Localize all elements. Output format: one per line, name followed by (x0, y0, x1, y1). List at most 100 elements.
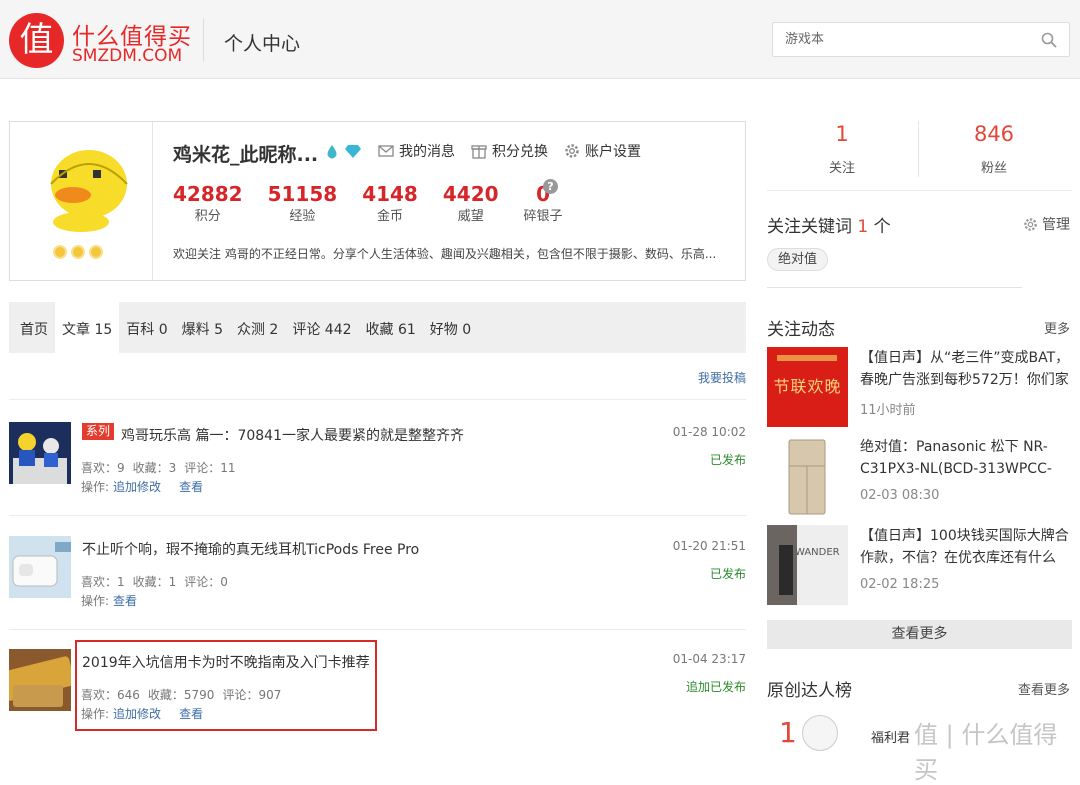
rank-number: 1 (779, 716, 797, 749)
article-status: 已发布 (709, 453, 746, 467)
stat-prestige: 4420 威望 (442, 182, 499, 224)
article-ops: 操作: 查看 (81, 594, 138, 608)
profile-card: 鸡米花_此昵称... 我的消息 积分兑换 账户设置 42882 积分 51158 经… (9, 121, 746, 281)
avatar-panel (10, 122, 153, 280)
top-header: 值 什么值得买 SMZDM.COM 个人中心 (0, 0, 1080, 79)
help-icon[interactable]: ? (543, 179, 558, 194)
search-icon[interactable] (1041, 32, 1057, 48)
search-box (772, 22, 1070, 57)
feed-item[interactable]: 绝对值：Panasonic 松下 NR-C31PX3-NL(BCD-313WPC… (767, 436, 1072, 518)
tab-articles[interactable]: 文章 15 (55, 302, 120, 353)
article-meta: 喜欢：9 收藏：3 评论：11 (81, 461, 236, 475)
feed-time: 02-02 18:25 (860, 577, 940, 592)
logo-icon[interactable]: 值 (9, 13, 64, 68)
divider (9, 515, 746, 516)
article-thumbnail[interactable] (9, 422, 71, 484)
highlight-box (75, 640, 377, 731)
tab-wiki[interactable]: 百科 0 (119, 302, 174, 353)
follow-stats: 1 关注 846 粉丝 (767, 121, 1072, 191)
stat-experience: 51158 经验 (267, 182, 338, 224)
username[interactable]: 鸡米花_此昵称... (173, 140, 318, 167)
feed-title: 关注动态 (767, 320, 835, 340)
rank-name[interactable]: 福利君 (871, 727, 910, 746)
article-date: 01-04 23:17 (672, 652, 746, 666)
gear-icon (1024, 217, 1037, 231)
points-exchange-link[interactable]: 积分兑换 (471, 141, 548, 161)
profile-links: 我的消息 积分兑换 账户设置 (378, 141, 641, 161)
divider (9, 399, 746, 400)
avatar[interactable] (37, 140, 133, 236)
water-drop-icon (327, 145, 337, 159)
stat-coins: 4148 金币 (362, 182, 418, 224)
feed-thumb-text: 节联欢晚 (773, 377, 842, 396)
feed-thumb-text: WANDER (795, 547, 840, 558)
feed-item[interactable]: 节联欢晚 【值日声】从“老三件”变成BAT，春晚广告涨到每秒572万！你们家 1… (767, 347, 1072, 429)
tab-goods[interactable]: 好物 0 (423, 302, 478, 353)
article-thumbnail[interactable] (9, 649, 71, 711)
header-divider (203, 18, 204, 62)
points-exchange-label: 积分兑换 (492, 144, 548, 160)
article-row: 不止听个响，瑕不掩瑜的真无线耳机TicPods Free Pro 喜欢：1 收藏：… (9, 536, 746, 636)
feed-more-link[interactable]: 更多 (1044, 318, 1070, 337)
article-thumbnail[interactable] (9, 536, 71, 598)
rank-title: 原创达人榜 (767, 681, 852, 701)
medal-icon (53, 245, 67, 259)
level-medals (53, 245, 103, 259)
messages-label: 我的消息 (399, 144, 455, 160)
edit-append-link[interactable]: 追加修改 (113, 480, 161, 494)
account-settings-label: 账户设置 (585, 144, 641, 160)
rank-more-link[interactable]: 查看更多 (1018, 679, 1070, 698)
view-link[interactable]: 查看 (179, 480, 203, 494)
feed-text[interactable]: 【值日声】100块钱买国际大牌合作款，不信？在优衣库还有什么 (860, 525, 1072, 569)
submit-article-link[interactable]: 我要投稿 (698, 369, 746, 386)
following-count[interactable]: 1 关注 (767, 121, 917, 176)
messages-link[interactable]: 我的消息 (378, 141, 455, 161)
gift-icon (471, 145, 487, 159)
stat-points: 42882 积分 (173, 182, 243, 224)
divider (767, 287, 1022, 288)
user-bio: 欢迎关注 鸡哥的不正经日常。分享个人生活体验、趣闻及兴趣相关，包含但不限于摄影、… (173, 247, 717, 261)
avatar[interactable] (802, 715, 838, 751)
feed-text[interactable]: 【值日声】从“老三件”变成BAT，春晚广告涨到每秒572万！你们家 (860, 347, 1072, 391)
keyword-chip[interactable]: 绝对值 (767, 248, 829, 271)
tab-reviews[interactable]: 众测 2 (230, 302, 285, 353)
medal-icon (71, 245, 85, 259)
keywords-manage-button[interactable]: 管理 (1023, 214, 1070, 234)
series-tag: 系列 (82, 423, 115, 440)
feed-thumbnail[interactable]: WANDER (767, 525, 848, 605)
feed-thumbnail[interactable]: 节联欢晚 (767, 347, 848, 427)
mail-icon (378, 145, 394, 157)
tab-favorites[interactable]: 收藏 61 (359, 302, 423, 353)
gear-icon (565, 144, 579, 158)
logo-text-en[interactable]: SMZDM.COM (72, 46, 182, 66)
search-input[interactable] (773, 23, 1023, 56)
view-link[interactable]: 查看 (113, 594, 137, 608)
fans-count[interactable]: 846 粉丝 (919, 121, 1069, 176)
user-stats: 42882 积分 51158 经验 4148 金币 4420 威望 0 碎银子 (173, 181, 588, 227)
article-status: 已发布 (709, 567, 746, 581)
feed-text[interactable]: 绝对值：Panasonic 松下 NR-C31PX3-NL(BCD-313WPC… (860, 436, 1072, 480)
article-date: 01-28 10:02 (672, 425, 746, 439)
tab-tips[interactable]: 爆料 5 (175, 302, 230, 353)
feed-thumbnail-image (767, 525, 848, 605)
keywords-title: 关注关键词 1 个 (767, 217, 891, 237)
medal-icon (89, 245, 103, 259)
content-tabs: 首页 文章 15 百科 0 爆料 5 众测 2 评论 442 收藏 61 好物 … (9, 302, 746, 353)
feed-item[interactable]: WANDER 【值日声】100块钱买国际大牌合作款，不信？在优衣库还有什么 02… (767, 525, 1072, 607)
tab-home[interactable]: 首页 (13, 302, 55, 353)
feed-thumbnail[interactable] (767, 436, 848, 516)
tab-comments[interactable]: 评论 442 (285, 302, 358, 353)
watermark: 值 | 什么值得买 (914, 721, 1058, 784)
feed-time: 11小时前 (860, 403, 916, 418)
divider (9, 629, 746, 630)
article-title[interactable]: 不止听个响，瑕不掩瑜的真无线耳机TicPods Free Pro (82, 539, 419, 559)
article-meta: 喜欢：1 收藏：1 评论：0 (81, 575, 228, 589)
article-title[interactable]: 鸡哥玩乐高 篇一：70841一家人最要紧的就是整整齐齐 (121, 425, 464, 445)
article-row: 系列 鸡哥玩乐高 篇一：70841一家人最要紧的就是整整齐齐 喜欢：9 收藏：3 评… (9, 422, 746, 522)
article-date: 01-20 21:51 (672, 539, 746, 553)
article-ops: 操作: 追加修改 查看 (81, 480, 204, 494)
see-more-button[interactable]: 查看更多 (767, 620, 1072, 649)
account-settings-link[interactable]: 账户设置 (564, 141, 641, 161)
diamond-icon (345, 145, 361, 158)
keywords-count: 1 (857, 217, 869, 237)
